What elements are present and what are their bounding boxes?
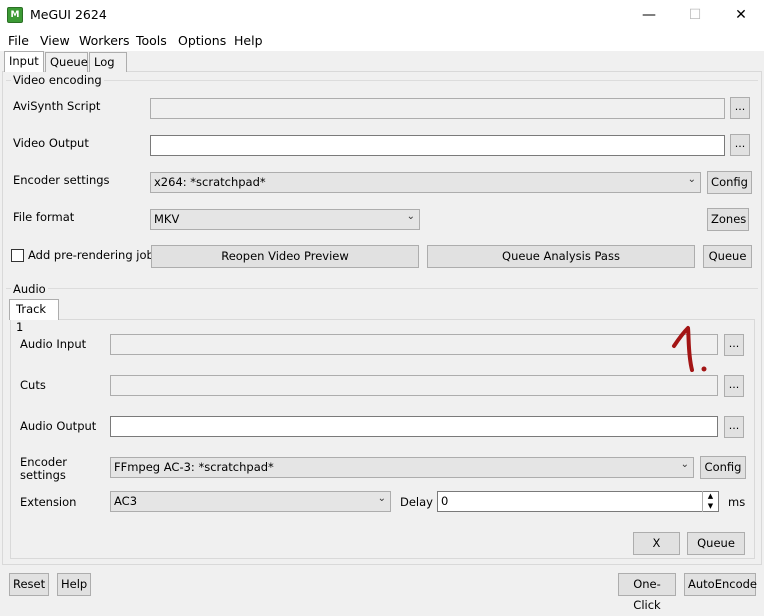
chevron-down-icon: ⌄ bbox=[680, 459, 689, 470]
avisynth-input[interactable] bbox=[150, 98, 725, 119]
file-format-label: File format bbox=[13, 210, 75, 224]
avisynth-browse-button[interactable]: ... bbox=[730, 97, 750, 119]
video-encoder-value: x264: *scratchpad* bbox=[154, 175, 266, 189]
menu-view[interactable]: View bbox=[40, 33, 70, 48]
audio-encoder-settings-label-line2: settings bbox=[20, 468, 66, 482]
audio-encoder-value: FFmpeg AC-3: *scratchpad* bbox=[114, 460, 274, 474]
delay-spinner[interactable]: ▲ ▼ bbox=[702, 491, 718, 512]
prerender-label: Add pre-rendering job bbox=[28, 248, 154, 262]
chevron-down-icon: ⌄ bbox=[406, 211, 415, 222]
avisynth-label: AviSynth Script bbox=[13, 99, 101, 113]
annotation-stroke-one bbox=[672, 326, 694, 372]
tab-input[interactable]: Input bbox=[4, 51, 44, 72]
audio-encoder-settings-label-line1: Encoder bbox=[20, 455, 68, 469]
cuts-field[interactable] bbox=[110, 375, 718, 396]
cuts-label: Cuts bbox=[20, 378, 46, 392]
video-output-input[interactable] bbox=[150, 135, 725, 156]
delay-field[interactable]: 0 ▲ ▼ bbox=[437, 491, 719, 512]
minimize-button[interactable]: — bbox=[626, 0, 672, 30]
audio-group-title: Audio bbox=[11, 282, 48, 296]
reset-button[interactable]: Reset bbox=[9, 573, 49, 596]
video-group-title: Video encoding bbox=[11, 73, 104, 87]
annotation-dot bbox=[701, 366, 707, 372]
video-output-label: Video Output bbox=[13, 136, 89, 150]
one-click-button[interactable]: One-Click bbox=[618, 573, 676, 612]
menu-help[interactable]: Help bbox=[234, 33, 263, 48]
audio-output-browse-button[interactable]: ... bbox=[724, 416, 744, 438]
chevron-down-icon: ⌄ bbox=[377, 493, 386, 504]
video-queue-button[interactable]: Queue bbox=[703, 245, 752, 268]
autoencode-button[interactable]: AutoEncode bbox=[684, 573, 757, 596]
audio-track-panel bbox=[10, 319, 755, 559]
audio-input-label: Audio Input bbox=[20, 337, 87, 351]
video-encoder-select[interactable]: x264: *scratchpad* ⌄ bbox=[150, 172, 701, 193]
file-format-value: MKV bbox=[154, 212, 180, 226]
delay-label: Delay bbox=[400, 495, 433, 509]
help-button[interactable]: Help bbox=[57, 573, 91, 596]
extension-value: AC3 bbox=[114, 494, 138, 508]
audio-queue-button[interactable]: Queue bbox=[687, 532, 745, 555]
audio-encoder-select[interactable]: FFmpeg AC-3: *scratchpad* ⌄ bbox=[110, 457, 694, 478]
spin-down-icon[interactable]: ▼ bbox=[703, 501, 718, 511]
cuts-browse-button[interactable]: ... bbox=[724, 375, 744, 397]
remove-track-button[interactable]: X bbox=[633, 532, 680, 555]
queue-analysis-pass-button[interactable]: Queue Analysis Pass bbox=[427, 245, 695, 268]
delay-unit: ms bbox=[728, 495, 746, 509]
tab-track-1[interactable]: Track 1 bbox=[9, 299, 59, 334]
reopen-video-preview-button[interactable]: Reopen Video Preview bbox=[151, 245, 419, 268]
extension-label: Extension bbox=[20, 495, 77, 509]
zones-button[interactable]: Zones bbox=[707, 208, 749, 231]
audio-input-browse-button[interactable]: ... bbox=[724, 334, 744, 356]
chevron-down-icon: ⌄ bbox=[687, 174, 696, 185]
menu-tools[interactable]: Tools bbox=[136, 33, 167, 48]
extension-select[interactable]: AC3 ⌄ bbox=[110, 491, 391, 512]
menu-workers[interactable]: Workers bbox=[79, 33, 130, 48]
audio-group-border bbox=[6, 288, 758, 289]
audio-input-field[interactable] bbox=[110, 334, 718, 355]
file-format-select[interactable]: MKV ⌄ bbox=[150, 209, 420, 230]
delay-value: 0 bbox=[441, 494, 449, 508]
menu-options[interactable]: Options bbox=[178, 33, 226, 48]
megui-app-icon: M bbox=[7, 7, 23, 23]
video-config-button[interactable]: Config bbox=[707, 171, 752, 194]
tab-queue[interactable]: Queue bbox=[45, 52, 88, 72]
video-output-browse-button[interactable]: ... bbox=[730, 134, 750, 156]
spin-up-icon[interactable]: ▲ bbox=[703, 491, 718, 501]
video-encoder-settings-label: Encoder settings bbox=[13, 173, 110, 187]
audio-output-label: Audio Output bbox=[20, 419, 97, 433]
audio-config-button[interactable]: Config bbox=[700, 456, 746, 479]
prerender-checkbox[interactable] bbox=[11, 249, 24, 262]
close-button[interactable]: ✕ bbox=[718, 0, 764, 30]
video-group-border bbox=[6, 80, 758, 81]
handwritten-annotation-1 bbox=[672, 326, 707, 372]
window-title: MeGUI 2624 bbox=[30, 7, 107, 22]
menu-file[interactable]: File bbox=[8, 33, 29, 48]
audio-output-field[interactable] bbox=[110, 416, 718, 437]
maximize-button[interactable]: ☐ bbox=[672, 0, 718, 30]
tab-log[interactable]: Log bbox=[89, 52, 127, 72]
